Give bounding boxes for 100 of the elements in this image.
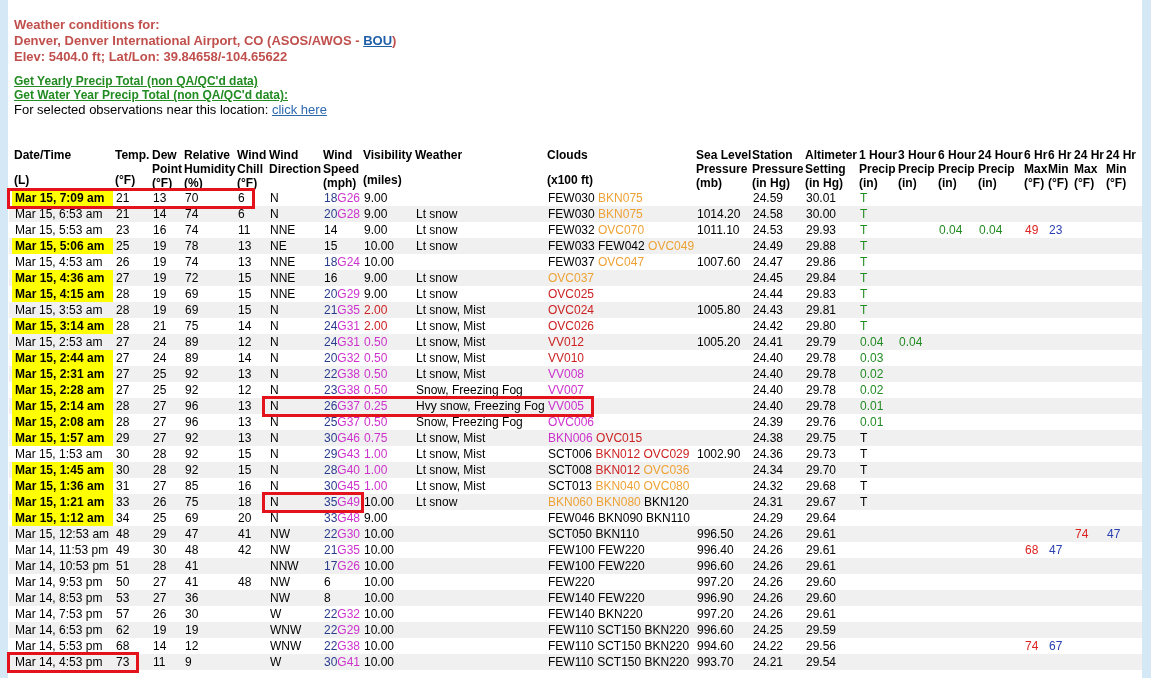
- table-cell-text: 0.04: [978, 222, 1004, 238]
- table-cell-text: N: [269, 190, 280, 206]
- precip-link[interactable]: Get Yearly Precip Total (non QA/QC'd data): [14, 74, 258, 88]
- table-cell-text: SCT006 BKN012 OVC029: [547, 446, 691, 462]
- table-cell-text: 24G31: [323, 318, 361, 334]
- table-cell-text: 30G41: [323, 654, 361, 670]
- column-heading: 6 Hour Precip: [938, 148, 976, 176]
- table-cell-text: 53: [115, 590, 131, 606]
- table-cell-text: 27: [152, 414, 168, 430]
- table-cell-text: 29.73: [805, 446, 838, 462]
- table-cell-text: Lt snow: [415, 238, 459, 254]
- table-cell-text: 29.61: [805, 606, 838, 622]
- table-cell-text: 74: [184, 222, 200, 238]
- table-cell-text: 994.60: [696, 638, 735, 654]
- table-cell-text: N: [269, 382, 280, 398]
- column-heading: Temp.: [115, 148, 150, 162]
- table-cell-text: 0.50: [363, 414, 389, 430]
- column-unit: (mb): [696, 176, 722, 190]
- table-cell-text: 19: [152, 254, 168, 270]
- table-cell-text: NNE: [269, 270, 297, 286]
- table-cell-text: 69: [184, 302, 200, 318]
- table-cell-text: 1005.20: [696, 334, 742, 350]
- table-cell-text: 26G37: [323, 399, 361, 414]
- column-heading: Wind Speed: [323, 148, 359, 176]
- table-cell-text: 62: [115, 622, 131, 638]
- table-cell-text: 23: [1048, 222, 1064, 238]
- table-cell-text: 6: [323, 574, 332, 590]
- table-cell-text: 15: [237, 446, 253, 462]
- table-cell-text: 24.41: [752, 334, 785, 350]
- table-cell-text: 19: [152, 302, 168, 318]
- table-cell-text: FEW030 BKN075: [547, 206, 644, 222]
- table-cell-text: 14: [323, 222, 339, 238]
- table-cell-text: N: [269, 399, 280, 414]
- table-cell-text: 14: [152, 206, 168, 222]
- table-cell-text: Lt snow: [415, 206, 459, 222]
- table-cell-text: 24.47: [752, 254, 785, 270]
- table-cell-text: N: [269, 462, 280, 478]
- table-cell-text: 15: [237, 302, 253, 318]
- column-heading: Sea Level Pressure: [696, 148, 752, 176]
- table-cell-text: 27: [115, 350, 131, 366]
- column-heading: 24 Hour Precip: [978, 148, 1023, 176]
- table-cell-text: SCT008 BKN012 OVC036: [547, 462, 691, 478]
- table-cell-text: 29.68: [805, 478, 838, 494]
- table-cell-text: Snow, Freezing Fog: [415, 382, 524, 398]
- table-cell-text: Lt snow, Mist: [415, 478, 487, 494]
- table-cell-text: FEW220: [547, 574, 596, 590]
- table-cell-text: 24.45: [752, 270, 785, 286]
- table-cell-text: 19: [184, 622, 200, 638]
- table-cell-text: 29.67: [805, 494, 838, 510]
- table-cell-text: 42: [237, 542, 253, 558]
- table-cell-text: T: [859, 430, 869, 446]
- column-unit: (in): [938, 176, 957, 190]
- table-cell-text: 20: [237, 510, 253, 526]
- table-cell-text: N: [269, 302, 280, 318]
- table-cell-text: 67: [1048, 638, 1064, 654]
- table-cell-text: 17G26: [323, 558, 361, 574]
- column-heading: Relative Humidity: [184, 148, 236, 176]
- table-cell-text: T: [859, 222, 869, 238]
- table-cell-text: 24: [152, 350, 168, 366]
- table-cell-text: 29: [152, 526, 168, 542]
- station-link[interactable]: BOU: [363, 33, 393, 48]
- table-cell-text: 16: [237, 478, 253, 494]
- table-cell-text: OVC024: [547, 302, 596, 318]
- table-cell-text: 75: [184, 494, 200, 510]
- table-cell-text: 27: [115, 334, 131, 350]
- table-cell-text: 996.90: [696, 590, 735, 606]
- table-cell-text: 14: [237, 318, 253, 334]
- table-cell-text: N: [269, 478, 280, 494]
- table-cell-text: 24.42: [752, 318, 785, 334]
- precip-link[interactable]: Get Water Year Precip Total (non QA/QC'd data):: [14, 88, 288, 102]
- table-cell-text: Mar 14, 8:53 pm: [14, 590, 104, 606]
- table-cell-text: 28: [115, 286, 131, 302]
- table-cell-text: 0.01: [859, 414, 885, 430]
- table-cell-text: Mar 14, 5:53 pm: [14, 638, 104, 654]
- table-cell-text: 24.29: [752, 510, 785, 526]
- table-cell-text: N: [269, 206, 280, 222]
- table-cell-text: 1011.10: [696, 222, 741, 238]
- table-cell-text: FEW140 FEW220: [547, 590, 646, 606]
- table-cell-text: 28: [152, 462, 168, 478]
- table-cell-text: FEW110 SCT150 BKN220: [547, 622, 691, 638]
- column-unit: (°F): [1106, 176, 1127, 190]
- table-cell-text: 10.00: [363, 606, 396, 622]
- column-heading: Visibility: [363, 148, 413, 162]
- column-unit: (L): [14, 173, 30, 187]
- table-cell-text: 29.81: [805, 302, 838, 318]
- table-cell-text: 25: [115, 238, 131, 254]
- table-cell-text: 29.78: [805, 350, 838, 366]
- table-cell-text: 25: [152, 382, 168, 398]
- table-cell-text: 0.04: [938, 222, 964, 238]
- table-cell-text: 24.26: [752, 526, 785, 542]
- table-cell-text: OVC006: [547, 414, 596, 430]
- table-cell-text: 28: [152, 558, 168, 574]
- table-cell-text: 6: [237, 191, 246, 206]
- table-cell-text: 27: [152, 590, 168, 606]
- nearby-link[interactable]: click here: [272, 102, 327, 117]
- table-cell-text: Mar 15, 4:53 am: [14, 254, 104, 270]
- table-cell-text: 20G28: [323, 206, 361, 222]
- table-cell-text: 997.20: [696, 606, 735, 622]
- table-cell-text: 20G32: [323, 350, 361, 366]
- table-cell-text: N: [269, 334, 280, 350]
